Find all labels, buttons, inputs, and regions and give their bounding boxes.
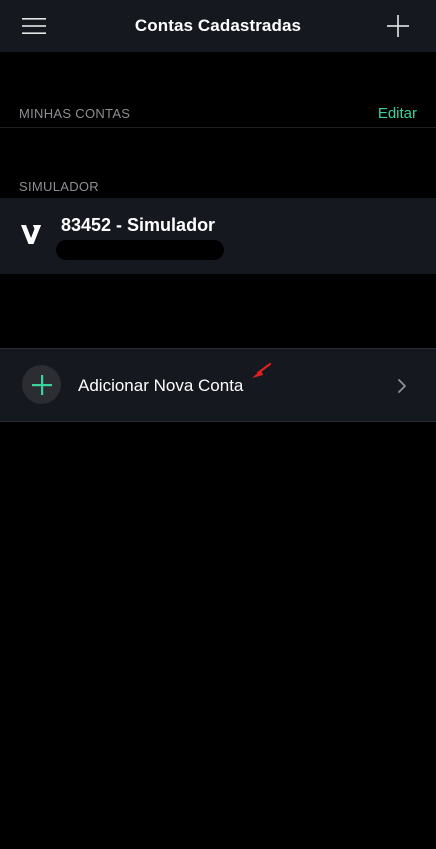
- navigation-bar: Contas Cadastradas: [0, 0, 436, 52]
- plus-icon: [387, 15, 409, 37]
- hamburger-menu-icon: [22, 18, 46, 34]
- section-label-simulator: SIMULADOR: [19, 178, 99, 194]
- simulator-header: SIMULADOR: [0, 171, 436, 201]
- chevron-right-icon: [398, 379, 406, 393]
- edit-button[interactable]: Editar: [378, 105, 417, 122]
- page-title: Contas Cadastradas: [134, 16, 302, 35]
- plus-circle-icon: [31, 374, 52, 395]
- annotation-arrow-icon: [252, 362, 272, 378]
- app-screen: Contas Cadastradas MINHAS CONTAS Editar …: [0, 0, 436, 849]
- add-account-nav-button[interactable]: [378, 6, 418, 46]
- section-label-my-accounts: MINHAS CONTAS: [19, 105, 131, 121]
- add-account-circle: [22, 365, 61, 404]
- account-masked-detail: [56, 240, 224, 260]
- add-account-row[interactable]: Adicionar Nova Conta: [0, 348, 436, 422]
- menu-button[interactable]: [14, 6, 54, 46]
- v-logo-icon: [21, 225, 41, 244]
- section-divider: [0, 127, 436, 128]
- account-row-simulator[interactable]: [0, 198, 436, 274]
- account-name: 83452 - Simulador: [61, 215, 216, 235]
- my-accounts-header: MINHAS CONTAS Editar: [0, 98, 436, 128]
- add-account-label: Adicionar Nova Conta: [78, 376, 244, 395]
